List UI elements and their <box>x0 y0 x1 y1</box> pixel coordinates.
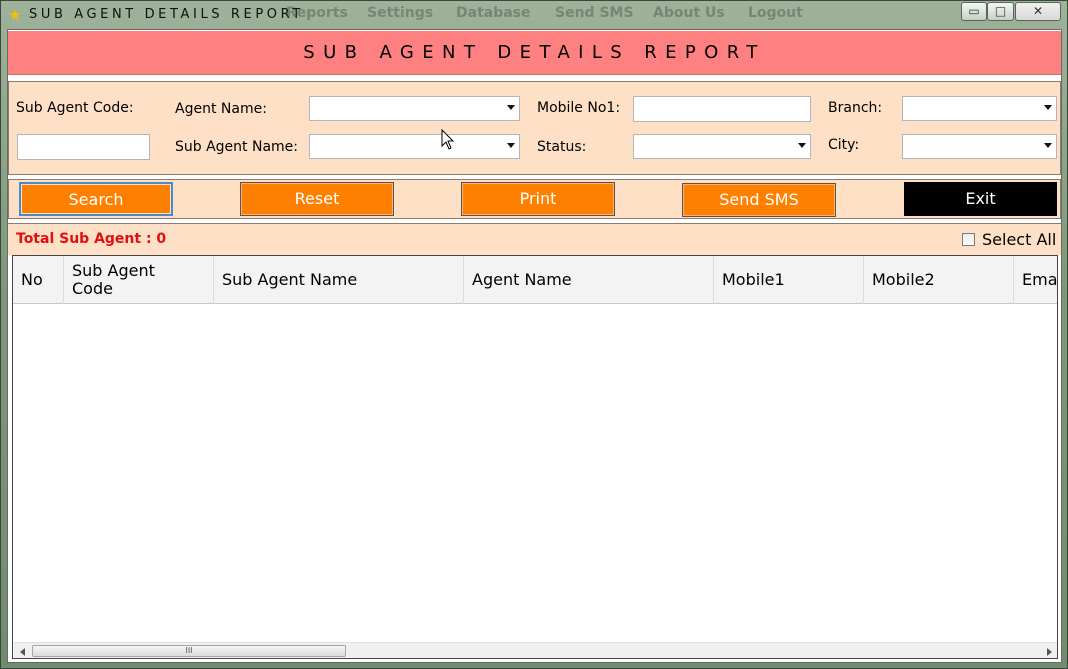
status-dropdown[interactable] <box>633 134 811 159</box>
select-all-label[interactable]: Select All <box>982 230 1056 249</box>
agent-name-dropdown[interactable] <box>309 96 520 121</box>
chevron-down-icon <box>1044 143 1052 148</box>
application-window: ★ SUB AGENT DETAILS REPORT Reports Setti… <box>0 0 1068 669</box>
chevron-down-icon <box>798 143 806 148</box>
send-sms-button[interactable]: Send SMS <box>682 183 836 217</box>
total-sub-agent-count: Total Sub Agent : 0 <box>16 231 167 247</box>
grid-header-row: No Sub Agent Code Sub Agent Name Agent N… <box>13 256 1057 304</box>
page-title: SUB AGENT DETAILS REPORT <box>8 31 1061 75</box>
sub-agent-code-label: Sub Agent Code: <box>16 100 134 116</box>
maximize-icon: □ <box>994 4 1007 18</box>
window-title: SUB AGENT DETAILS REPORT <box>29 7 304 22</box>
scroll-right-icon[interactable] <box>1047 648 1052 656</box>
chevron-down-icon <box>507 143 515 148</box>
filter-panel: Sub Agent Code: Agent Name: Sub Agent Na… <box>8 81 1061 175</box>
branch-label: Branch: <box>828 100 883 116</box>
chevron-down-icon <box>507 105 515 110</box>
sub-agent-code-input[interactable] <box>17 134 150 160</box>
branch-dropdown[interactable] <box>902 96 1057 121</box>
ghost-menu-settings: Settings <box>367 5 434 21</box>
exit-button[interactable]: Exit <box>904 182 1057 216</box>
action-bar: Search Reset Print Send SMS Exit <box>8 179 1061 219</box>
search-button[interactable]: Search <box>19 182 173 216</box>
minimize-icon: ▭ <box>968 4 980 18</box>
sub-agent-name-label: Sub Agent Name: <box>175 139 299 155</box>
column-header-mobile1[interactable]: Mobile1 <box>714 256 864 304</box>
sub-agent-name-dropdown[interactable] <box>309 134 520 159</box>
ghost-menu-about-us: About Us <box>653 5 725 21</box>
ghost-menu-logout: Logout <box>748 5 803 21</box>
ghost-menu-send-sms: Send SMS <box>555 5 634 21</box>
horizontal-scrollbar[interactable]: III <box>14 642 1057 658</box>
column-header-sub-agent-code[interactable]: Sub Agent Code <box>64 256 214 304</box>
reset-button[interactable]: Reset <box>240 182 394 216</box>
title-bar[interactable]: ★ SUB AGENT DETAILS REPORT Reports Setti… <box>1 1 1067 29</box>
maximize-button[interactable]: □ <box>987 2 1014 21</box>
scrollbar-thumb[interactable]: III <box>32 645 346 657</box>
close-button[interactable]: ✕ <box>1015 2 1061 21</box>
star-icon: ★ <box>8 6 22 24</box>
minimize-button[interactable]: ▭ <box>961 2 987 21</box>
mouse-cursor-icon <box>441 129 455 150</box>
status-label: Status: <box>537 139 587 155</box>
ghost-menu-database: Database <box>456 5 531 21</box>
mobile-no1-label: Mobile No1: <box>537 100 621 116</box>
sub-agent-grid[interactable]: No Sub Agent Code Sub Agent Name Agent N… <box>12 255 1058 659</box>
mobile-no1-input[interactable] <box>633 96 811 122</box>
scroll-left-icon[interactable] <box>20 648 25 656</box>
close-icon: ✕ <box>1032 4 1044 18</box>
city-dropdown[interactable] <box>902 134 1057 159</box>
column-header-email[interactable]: Email <box>1014 256 1057 304</box>
column-header-agent-name[interactable]: Agent Name <box>464 256 714 304</box>
print-button[interactable]: Print <box>461 182 615 216</box>
column-header-no[interactable]: No <box>13 256 64 304</box>
city-label: City: <box>828 137 860 153</box>
select-all-checkbox[interactable] <box>962 233 975 246</box>
column-header-sub-agent-name[interactable]: Sub Agent Name <box>214 256 464 304</box>
agent-name-label: Agent Name: <box>175 101 267 117</box>
chevron-down-icon <box>1044 105 1052 110</box>
column-header-mobile2[interactable]: Mobile2 <box>864 256 1014 304</box>
ghost-menu-reports: Reports <box>286 5 348 21</box>
